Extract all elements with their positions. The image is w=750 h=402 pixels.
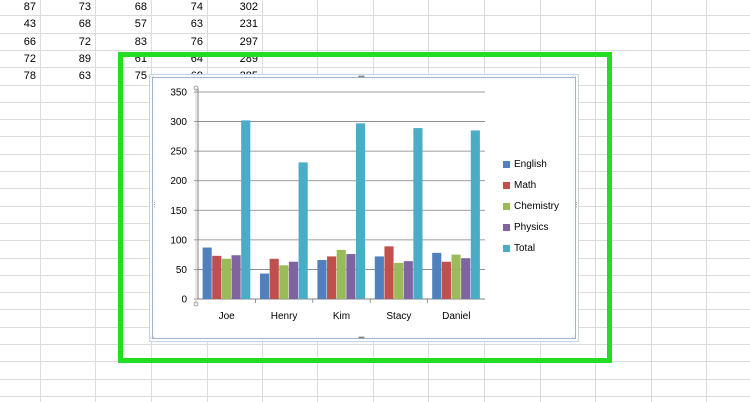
- bar-total-henry: [298, 162, 308, 299]
- legend-label: English: [514, 159, 547, 170]
- resize-handle-right[interactable]: ⋮: [573, 202, 580, 209]
- legend-item-physics[interactable]: Physics: [503, 222, 548, 234]
- legend-label: Math: [514, 180, 537, 191]
- legend-swatch: [503, 244, 510, 252]
- sheet-cell[interactable]: 63: [40, 68, 95, 85]
- sheet-cell[interactable]: 289: [207, 51, 262, 68]
- resize-handle-bottom-right[interactable]: ⁘: [571, 335, 577, 342]
- sheet-cell[interactable]: 297: [207, 34, 262, 51]
- y-tick-label: 0: [181, 295, 187, 306]
- resize-handle-bottom-left[interactable]: ⁘: [149, 335, 155, 342]
- y-tick-label: 150: [170, 206, 187, 217]
- y-tick-label: 50: [176, 265, 188, 276]
- column-gridline: [706, 0, 707, 402]
- row-gridline: [0, 344, 750, 345]
- sheet-cell[interactable]: 231: [207, 16, 262, 33]
- x-tick-label: Joe: [219, 311, 236, 322]
- legend-label: Total: [514, 243, 536, 254]
- bar-math-daniel: [441, 261, 451, 299]
- legend-swatch: [503, 181, 510, 189]
- sheet-cell[interactable]: 66: [0, 34, 40, 51]
- sheet-cell[interactable]: 302: [207, 0, 262, 16]
- legend-swatch: [503, 223, 510, 231]
- bar-math-kim: [327, 256, 337, 299]
- bar-physics-henry: [288, 261, 299, 299]
- bar-chemistry-kim: [336, 249, 346, 299]
- bar-chemistry-daniel: [451, 254, 461, 299]
- column-gridline: [651, 0, 652, 402]
- bar-math-henry: [269, 258, 279, 299]
- legend-item-english[interactable]: English: [503, 159, 547, 171]
- bar-total-joe: [241, 120, 251, 299]
- legend-label: Physics: [514, 222, 549, 233]
- bar-total-kim: [355, 123, 366, 299]
- y-tick-label: 350: [170, 88, 187, 99]
- bar-english-kim: [317, 259, 327, 299]
- legend-item-total[interactable]: Total: [503, 243, 535, 255]
- sheet-cell[interactable]: 83: [95, 34, 151, 51]
- sheet-cell[interactable]: 57: [95, 16, 151, 33]
- sheet-cell[interactable]: 68: [40, 16, 95, 33]
- sheet-cell[interactable]: 68: [95, 0, 151, 16]
- bar-chemistry-joe: [221, 258, 232, 299]
- legend-swatch: [503, 202, 510, 210]
- row-gridline: [0, 379, 750, 380]
- bar-english-henry: [259, 273, 270, 299]
- legend-item-chemistry[interactable]: Chemistry: [503, 201, 559, 213]
- bar-english-joe: [202, 247, 212, 299]
- bar-math-stacy: [384, 246, 394, 299]
- x-tick-label: Stacy: [386, 311, 411, 322]
- column-gridline: [595, 0, 596, 402]
- resize-handle-top[interactable]: ••••: [358, 74, 365, 81]
- sheet-cell[interactable]: 75: [95, 68, 151, 85]
- x-tick-label: Daniel: [442, 311, 470, 322]
- row-gridline: [0, 396, 750, 397]
- y-tick-label: 200: [170, 176, 187, 187]
- chart-object[interactable]: 0 50 100 150 200 250 300 350 Joe Henry Kim Stacy Dan…: [149, 74, 580, 342]
- x-tick-label: Henry: [271, 311, 298, 322]
- sheet-cell[interactable]: 73: [40, 0, 95, 16]
- sheet-cell[interactable]: 64: [151, 51, 207, 68]
- bar-chemistry-henry: [279, 265, 289, 299]
- bar-chemistry-stacy: [394, 262, 404, 299]
- sheet-cell[interactable]: 61: [95, 51, 151, 68]
- bar-english-stacy: [374, 256, 384, 299]
- sheet-cell[interactable]: 72: [0, 51, 40, 68]
- sheet-cell[interactable]: 76: [151, 34, 207, 51]
- bar-math-joe: [212, 255, 222, 299]
- bar-total-stacy: [413, 128, 423, 299]
- y-tick-label: 300: [170, 117, 187, 128]
- sheet-cell[interactable]: 87: [0, 0, 40, 16]
- x-tick-label: Kim: [333, 311, 350, 322]
- legend-swatch: [503, 160, 510, 168]
- bar-physics-kim: [346, 254, 356, 299]
- resize-handle-left[interactable]: ⋮: [151, 202, 158, 209]
- bar-english-daniel: [432, 252, 442, 299]
- sheet-cell[interactable]: 78: [0, 68, 40, 85]
- row-gridline: [0, 361, 750, 362]
- y-tick-label: 100: [170, 235, 187, 246]
- y-tick-label: 250: [170, 147, 187, 158]
- sheet-cell[interactable]: 72: [40, 34, 95, 51]
- sheet-cell[interactable]: 63: [151, 16, 207, 33]
- legend-label: Chemistry: [514, 201, 560, 212]
- resize-handle-top-left[interactable]: ⁘: [149, 74, 155, 81]
- sheet-cell[interactable]: 74: [151, 0, 207, 16]
- bar-total-daniel: [470, 130, 480, 299]
- sheet-cell[interactable]: 89: [40, 51, 95, 68]
- legend-item-math[interactable]: Math: [503, 180, 536, 192]
- resize-handle-top-right[interactable]: ⁘: [571, 74, 577, 81]
- sheet-cell[interactable]: 43: [0, 16, 40, 33]
- bar-physics-stacy: [403, 261, 413, 299]
- bar-physics-joe: [231, 255, 241, 299]
- bar-physics-daniel: [461, 258, 471, 299]
- resize-handle-bottom[interactable]: ••••: [358, 335, 365, 342]
